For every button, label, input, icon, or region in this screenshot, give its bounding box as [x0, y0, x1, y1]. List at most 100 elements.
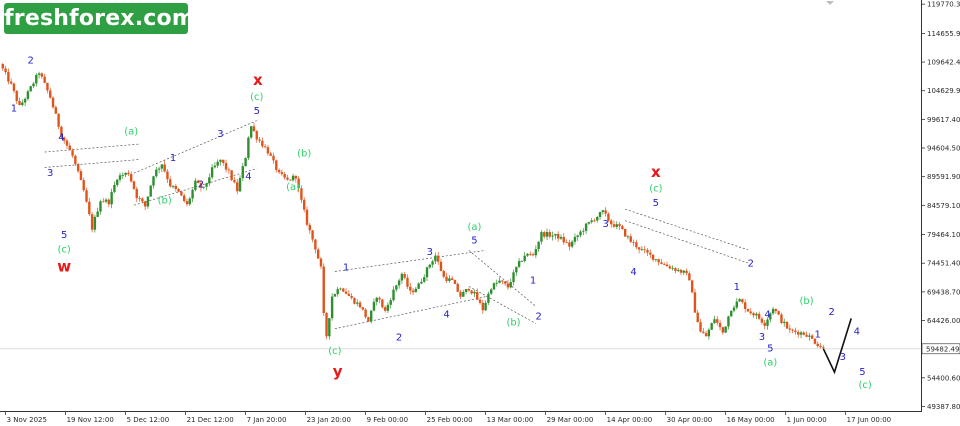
candle-up-body [724, 326, 727, 333]
candle-up-body [590, 220, 593, 223]
x-tick-label: 16 May 00:00 [727, 416, 775, 424]
candle-down-body [690, 280, 694, 293]
candle-up-body [336, 289, 339, 295]
candle-up-body [523, 255, 526, 262]
wave-label-impulse: 1 [11, 103, 17, 114]
candle-down-body [40, 73, 44, 77]
wave-label-impulse: 2 [829, 307, 835, 318]
candle-down-body [4, 68, 7, 73]
candle-up-body [244, 158, 247, 167]
y-tick-label: 49387.80 [927, 403, 960, 411]
candle-down-body [562, 236, 565, 243]
candle-up-body [710, 323, 713, 330]
candle-down-body [367, 317, 370, 322]
wave-label-impulse: 5 [61, 230, 67, 241]
candle-up-body [118, 175, 122, 180]
wave-label-impulse: 3 [47, 168, 53, 179]
candle-up-body [573, 236, 577, 242]
wave-label-corrective: (c) [859, 380, 872, 391]
candle-down-body [629, 236, 632, 242]
wave-label-impulse: 4 [58, 133, 64, 144]
candle-down-body [810, 335, 814, 339]
candle-down-body [342, 288, 345, 292]
candle-down-body [76, 163, 80, 172]
candle-down-body [665, 264, 669, 267]
candle-up-body [587, 222, 591, 224]
candle-up-body [29, 86, 32, 92]
candle-down-body [660, 262, 663, 264]
candle-down-body [107, 199, 111, 205]
candle-down-body [741, 299, 744, 303]
wave-label-impulse: 5 [859, 367, 865, 378]
candle-down-body [280, 172, 284, 175]
candle-up-body [395, 285, 398, 290]
candle-up-body [423, 277, 426, 282]
candle-down-body [82, 180, 85, 191]
candle-down-body [668, 266, 672, 269]
candle-up-body [554, 233, 557, 236]
candle-down-body [679, 269, 683, 273]
wave-label-corrective: (b) [158, 195, 172, 206]
candle-up-body [473, 291, 476, 294]
candle-down-body [43, 76, 46, 83]
candle-down-body [718, 322, 722, 328]
plot-background [0, 0, 960, 426]
candle-down-body [169, 179, 172, 187]
wave-label-impulse: 3 [840, 352, 846, 363]
candle-down-body [378, 297, 381, 300]
candle-up-body [808, 335, 811, 337]
wave-label-impulse: 1 [343, 262, 349, 273]
candle-up-body [783, 321, 786, 324]
candle-down-body [185, 201, 189, 205]
candle-up-body [116, 179, 119, 185]
candle-up-body [219, 159, 222, 162]
wave-label-impulse: 5 [767, 344, 773, 355]
candle-down-body [18, 101, 21, 105]
candle-down-body [90, 214, 94, 230]
wave-label-impulse: 2 [748, 258, 754, 269]
candle-down-body [358, 302, 362, 308]
wave-label-impulse: 3 [217, 129, 223, 140]
candle-down-body [180, 191, 183, 196]
y-tick-label: 74451.40 [927, 260, 960, 268]
candle-down-body [637, 247, 641, 250]
wave-label-major: x [253, 71, 263, 89]
candle-up-body [730, 310, 733, 317]
candle-down-body [467, 289, 471, 291]
wave-label-major: x [651, 163, 661, 181]
candle-down-body [696, 312, 699, 323]
wave-label-impulse: 2 [198, 179, 204, 190]
wave-label-corrective: (a) [286, 182, 300, 193]
x-tick-label: 5 Dec 12:00 [127, 416, 170, 424]
wave-label-impulse: 5 [254, 106, 260, 117]
wave-label-impulse: 4 [245, 171, 251, 182]
current-price-tag: 59482.49 [921, 343, 960, 355]
x-tick-label: 19 Nov 12:00 [67, 416, 114, 424]
candle-down-body [788, 328, 792, 330]
candle-up-body [291, 175, 295, 181]
candle-down-body [721, 327, 725, 333]
candle-up-body [155, 169, 158, 177]
candle-down-body [261, 140, 264, 147]
candle-down-body [716, 319, 719, 323]
candle-down-body [403, 273, 406, 278]
candle-up-body [596, 216, 599, 221]
candle-up-body [32, 83, 35, 87]
candle-up-body [328, 318, 331, 337]
candle-down-body [822, 347, 825, 349]
candle-up-body [520, 261, 524, 262]
x-tick-label: 9 Feb 00:00 [367, 416, 408, 424]
candle-down-body [303, 199, 306, 210]
candle-up-body [490, 289, 493, 294]
candle-down-body [143, 201, 147, 207]
wave-label-corrective: (a) [763, 357, 777, 368]
candle-down-body [79, 171, 83, 181]
candle-down-body [688, 273, 691, 281]
candle-up-body [559, 236, 563, 239]
candle-down-body [763, 322, 766, 326]
candle-down-body [275, 160, 278, 170]
candle-down-body [749, 311, 752, 314]
candle-down-body [263, 146, 267, 148]
candle-down-body [805, 334, 808, 337]
candle-up-body [392, 289, 395, 301]
